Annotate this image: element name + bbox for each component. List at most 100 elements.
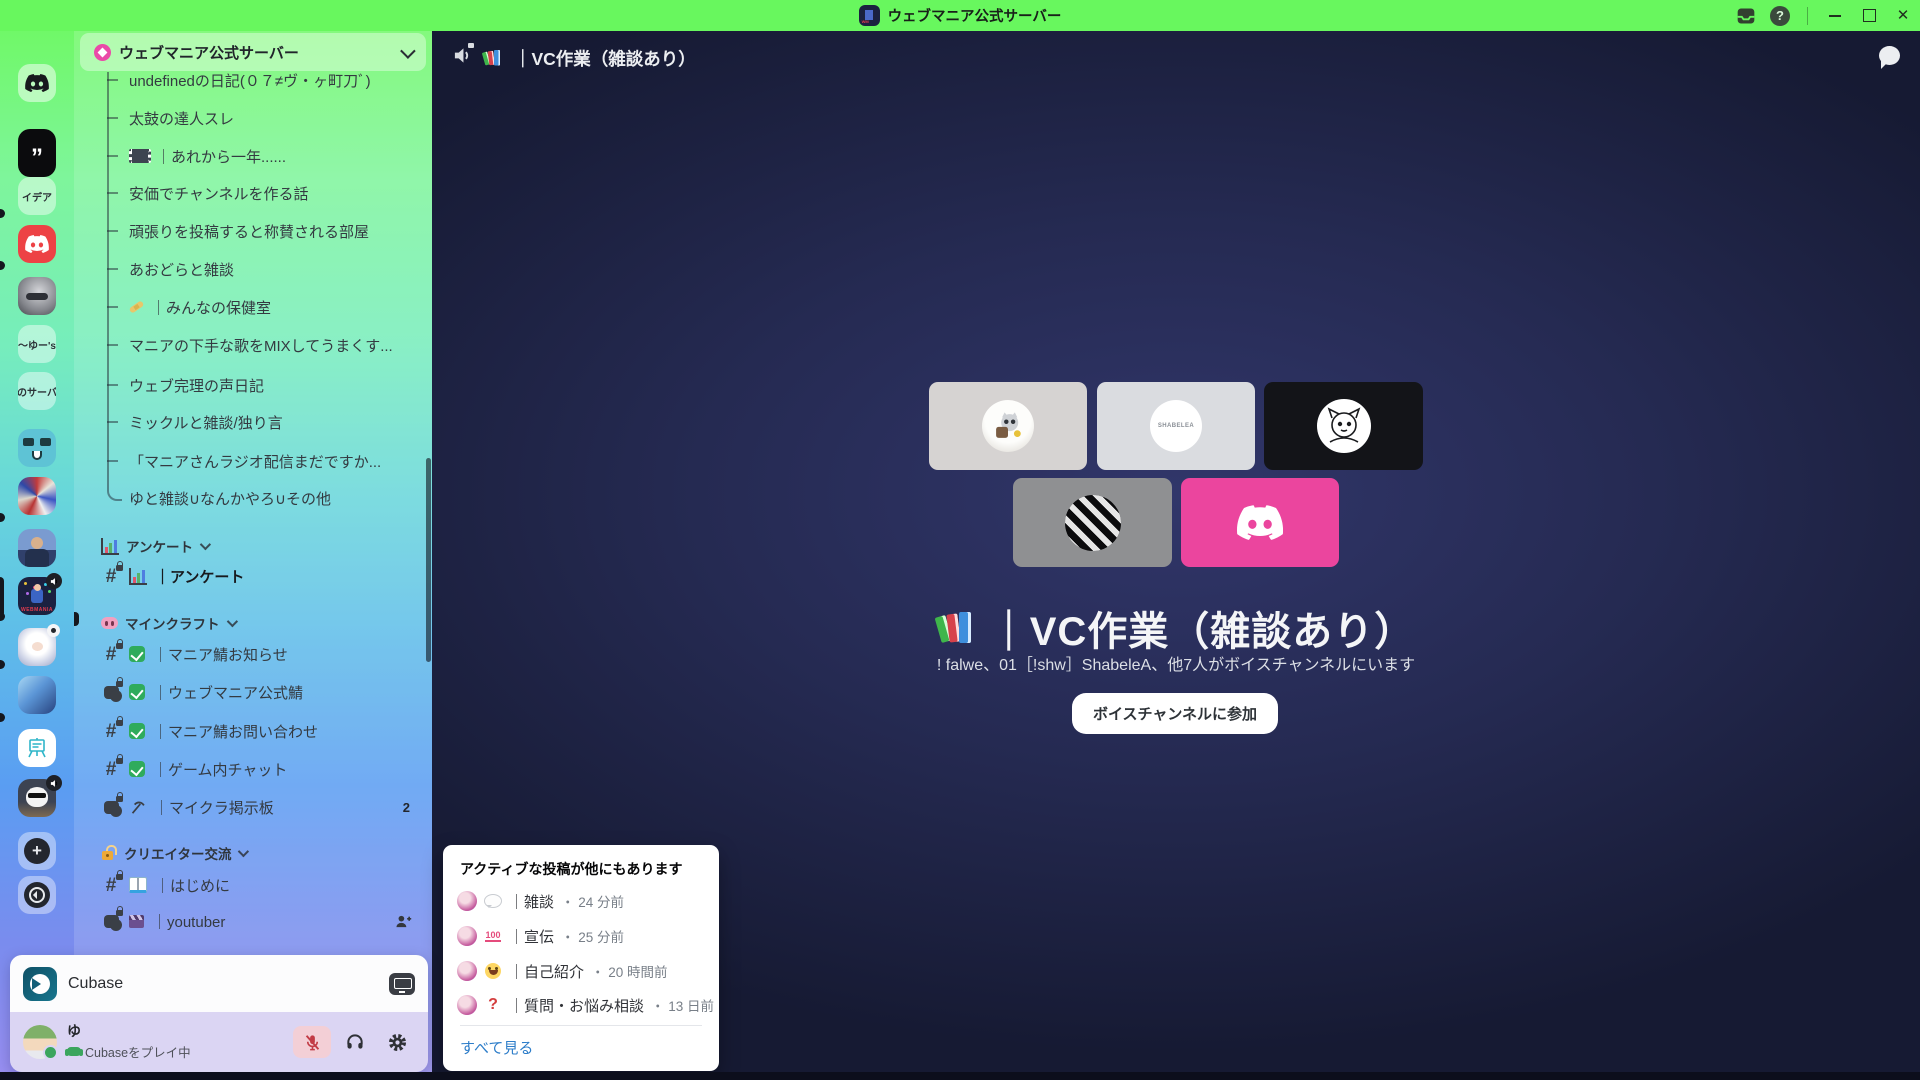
voice-tile-participant-5[interactable] [1181,478,1339,567]
mention-count-badge: 2 [403,800,410,815]
discord-icon [25,235,49,253]
bar-chart-icon [129,568,147,585]
join-voice-button[interactable]: ボイスチャンネルに参加 [1072,693,1278,734]
sidebar-item-home[interactable] [18,64,56,102]
avatar [1065,495,1121,551]
channel-ingame-chat[interactable]: # ｜ゲーム内チャット [74,758,426,780]
deafen-button[interactable] [337,1026,373,1058]
channel-minecraft-board[interactable]: ｜マイクラ掲示板 2 [74,796,426,818]
maximize-icon [1863,9,1876,22]
category-creator[interactable]: クリエイター交流 [74,843,426,863]
sidebar-scrollbar[interactable] [426,458,431,662]
inbox-button[interactable] [1729,0,1763,31]
close-button[interactable]: ✕ [1886,0,1920,31]
sidebar-item-server-helmet[interactable] [18,277,56,315]
mic-muted-button[interactable] [293,1026,331,1058]
maximize-button[interactable] [1852,0,1886,31]
left-panel-background: ” イデア 〜ゆー's のサーバ WEBMANIA [0,31,432,1080]
active-post-row[interactable]: 100 ｜宣伝 ・ 25 分前 [457,924,705,948]
check-mark-icon [129,723,145,739]
clapperboard-icon [129,915,144,928]
avatar [457,995,477,1015]
voice-tile-participant-3[interactable] [1264,382,1423,470]
sidebar-item-server-teal-face[interactable] [18,429,56,467]
unread-dot [0,660,5,669]
voice-tile-participant-4[interactable] [1013,478,1172,567]
add-server-button[interactable]: + [18,832,56,870]
books-icon [483,49,503,67]
pig-nose-icon [101,617,118,629]
user-avatar[interactable] [23,1025,57,1059]
help-button[interactable]: ? [1763,0,1797,31]
stream-activity-icon[interactable] [389,973,415,995]
popup-divider [460,1025,702,1026]
sidebar-item-server-easel[interactable] [18,729,56,767]
unread-dot [0,612,5,621]
server-name: ウェブマニア公式サーバー [119,42,393,63]
active-posts-popup: アクティブな投稿が他にもあります ｜雑談 ・ 24 分前 100 ｜宣伝 ・ 2… [443,845,719,1071]
voice-channel-title-row: ｜VC作業（雑談あり） [432,599,1920,657]
server-header[interactable]: ウェブマニア公式サーバー [80,33,426,71]
category-minecraft[interactable]: マインクラフト [74,613,426,633]
username[interactable]: ゆ [67,1023,191,1041]
thread-item[interactable]: undefinedの日記(０７≠ヴ・ヶ町刀ﾞ) [74,72,426,91]
channel-mania-contact[interactable]: # ｜マニア鯖お問い合わせ [74,720,426,742]
server-mini-icon: WM [859,5,880,26]
thread-item[interactable]: ウェブ完理の声日記 [74,374,426,396]
thread-item[interactable]: 太鼓の達人スレ [74,107,426,129]
chat-toggle-icon[interactable] [1879,46,1900,65]
window-bottom-edge [0,1072,1920,1080]
server-rail: ” イデア 〜ゆー's のサーバ WEBMANIA [0,31,74,1080]
channel-webmania-server[interactable]: ｜ウェブマニア公式鯖 [74,681,426,703]
member-add-icon[interactable] [395,913,412,930]
check-mark-icon [129,646,145,662]
channel-anketo[interactable]: # ｜アンケート [74,565,426,587]
channel-header: ｜VC作業（雑談あり） [432,31,1920,85]
active-post-row[interactable]: ｜雑談 ・ 24 分前 [457,889,705,913]
channel-hajimeni[interactable]: # ｜はじめに [74,874,426,896]
thread-item[interactable]: ｜あれから一年...... [74,145,426,167]
voice-participants-summary: ! falwe、01［!shw］ShabeleA、他7人がボイスチャンネルにいま… [432,651,1920,675]
notification-badge [47,624,60,637]
category-anketo[interactable]: アンケート [74,536,426,556]
fireworks-art [24,582,27,585]
minimize-button[interactable] [1818,0,1852,31]
see-all-link[interactable]: すべて見る [460,1037,533,1058]
channel-mania-news[interactable]: # ｜マニア鯖お知らせ [74,643,426,665]
sidebar-item-server-news[interactable] [18,529,56,567]
thread-item[interactable]: ミックルと雑談/独り言 [74,411,426,433]
thread-item[interactable]: 「マニアさんラジオ配信まだですか... [74,450,426,472]
close-icon: ✕ [1897,8,1910,23]
avatar [457,961,477,981]
thread-item[interactable]: マニアの下手な歌をMIXしてうまくす... [74,334,426,356]
server-boost-badge-icon [94,44,111,61]
voice-tile-participant-2[interactable]: SHABELEA [1097,382,1255,470]
settings-button[interactable] [379,1026,415,1058]
title-group: WM ウェブマニア公式サーバー [0,0,1920,31]
channel-sidebar: ウェブマニア公式サーバー undefinedの日記(０７≠ヴ・ヶ町刀ﾞ) 太鼓の… [74,31,432,1080]
active-post-row[interactable]: ｜自己紹介 ・ 20 時間前 [457,959,705,983]
thread-item[interactable]: 安価でチャンネルを作る話 [74,182,426,204]
unread-dot [0,513,5,522]
voice-tile-participant-1[interactable] [929,382,1087,470]
thread-item[interactable]: ｜みんなの保健室 [74,296,426,318]
thread-item[interactable]: あおどらと雑談 [74,258,426,280]
cubase-logo-icon [23,967,57,1001]
sidebar-item-server-red-discord[interactable] [18,225,56,263]
sidebar-item-server-yu[interactable]: 〜ゆー's [18,325,56,363]
sidebar-item-server-idea[interactable]: イデア [18,177,56,215]
channel-list: undefinedの日記(０７≠ヴ・ヶ町刀ﾞ) 太鼓の達人スレ ｜あれから一年.… [74,72,432,1080]
chevron-down-icon [226,616,237,627]
thread-item[interactable]: 頑張りを投稿すると称賛される部屋 [74,220,426,242]
explore-servers-button[interactable] [18,876,56,914]
forum-channel-limited-icon [101,911,121,931]
thread-item[interactable]: ゆと雑談∪なんかやろ∪その他 [74,487,426,509]
active-post-row[interactable]: ? ｜質問・お悩み相談 ・ 13 日前 [457,993,705,1017]
sidebar-item-server-nosaba[interactable]: のサーバ [18,372,56,410]
forum-channel-limited-icon [101,797,121,817]
channel-youtuber[interactable]: ｜youtuber [74,910,426,932]
discord-home-icon [25,74,49,92]
sidebar-item-server-quotes[interactable]: ” [18,129,56,177]
sidebar-item-server-blue-anime[interactable] [18,676,56,714]
sidebar-item-server-collage[interactable] [18,477,56,515]
